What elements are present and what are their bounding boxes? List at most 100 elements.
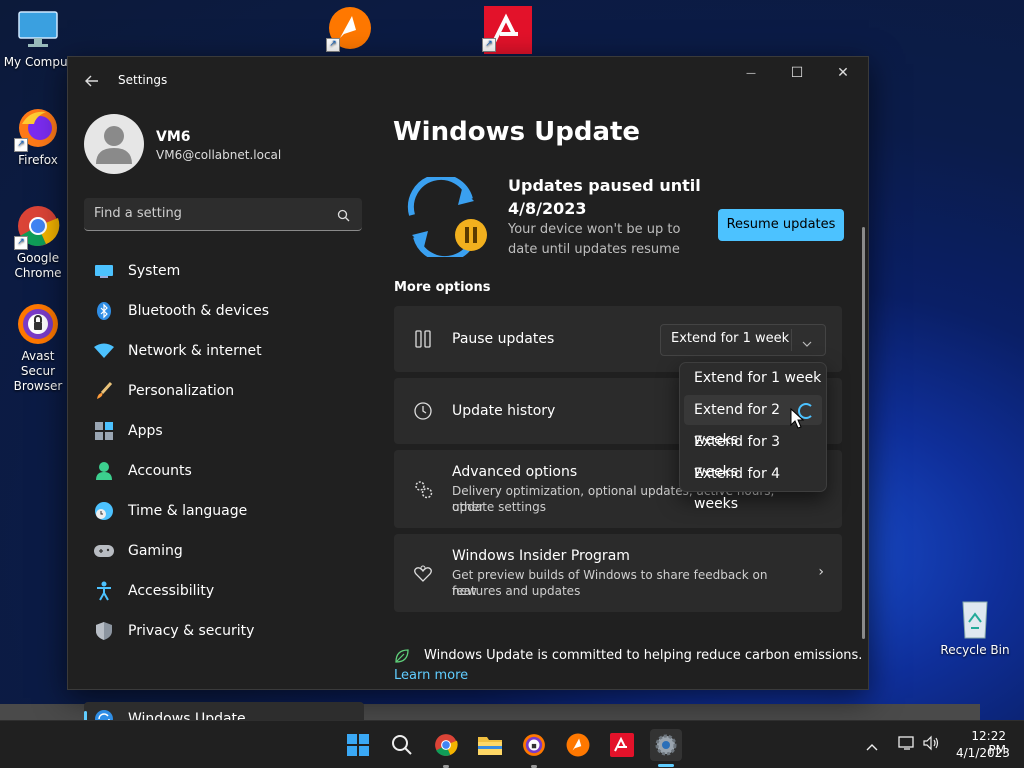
shortcut-arrow-icon: ↗ (482, 38, 496, 52)
sidebar-item-label: Time & language (128, 503, 248, 519)
search-placeholder: Find a setting (94, 206, 182, 221)
profile-name: VM6 (156, 129, 191, 145)
sidebar-item-accessibility[interactable]: Accessibility (84, 574, 364, 608)
settings-icon[interactable] (650, 729, 682, 761)
advanced-options-label: Advanced options (452, 464, 578, 480)
system-icon (94, 261, 114, 281)
monitor-icon (16, 8, 60, 52)
menu-option-4-weeks[interactable]: Extend for 4 weeks (684, 459, 822, 512)
search-input[interactable]: Find a setting (84, 198, 362, 231)
chevron-right-icon: › (818, 564, 824, 580)
insider-program-card[interactable]: Windows Insider Program Get preview buil… (394, 534, 842, 612)
search-icon (337, 207, 350, 226)
title-bar: Settings — ☐ ✕ (68, 57, 868, 105)
desktop-icon-chrome[interactable]: ↗ Google Chrome (0, 204, 76, 281)
sidebar-item-label: Apps (128, 423, 163, 439)
pause-updates-label: Pause updates (452, 331, 555, 347)
recycle-bin-icon (953, 596, 997, 640)
sidebar-item-system[interactable]: System (84, 254, 364, 288)
update-paused-illustration (402, 173, 494, 263)
sidebar-item-label: System (128, 263, 181, 279)
avast-secure-browser-icon (16, 302, 60, 346)
shield-icon (94, 621, 114, 641)
insider-program-label: Windows Insider Program (452, 548, 630, 564)
profile-email: VM6@collabnet.local (156, 148, 282, 162)
sidebar-item-personalization[interactable]: Personalization (84, 374, 364, 408)
back-arrow-icon[interactable] (82, 71, 102, 91)
sidebar-item-gaming[interactable]: Gaming (84, 534, 364, 568)
sidebar-item-privacy[interactable]: Privacy & security (84, 614, 364, 648)
advanced-options-desc-line2: update settings (452, 500, 546, 514)
sidebar-item-network[interactable]: Network & internet (84, 334, 364, 368)
sidebar-item-label: Network & internet (128, 343, 262, 359)
dropdown-value: Extend for 1 week (671, 331, 790, 346)
leaf-icon (394, 648, 410, 668)
sidebar-item-label: Privacy & security (128, 623, 255, 639)
taskbar: 12:22 PM 4/1/2023 (0, 720, 1024, 768)
more-options-heading: More options (394, 280, 491, 295)
minimize-button[interactable]: — (728, 57, 774, 89)
clock-date[interactable]: 4/1/2023 (956, 746, 1010, 760)
desktop-icon-avira[interactable]: ↗ (468, 6, 544, 54)
avast-icon[interactable] (562, 729, 594, 761)
avast-icon: ↗ (326, 6, 372, 52)
desktop-icon-avast[interactable]: ↗ (312, 6, 388, 53)
sidebar-item-apps[interactable]: Apps (84, 414, 364, 448)
insider-hearts-icon (412, 562, 434, 584)
clock-globe-icon (94, 501, 114, 521)
apps-icon (94, 421, 114, 441)
desktop-icon-firefox[interactable]: ↗ Firefox (0, 106, 76, 168)
gamepad-icon (94, 541, 114, 561)
menu-option-1-week[interactable]: Extend for 1 week (684, 363, 822, 393)
desktop-icon-label: Google Chrome (14, 251, 62, 280)
carbon-text: Windows Update is committed to helping r… (424, 648, 863, 663)
status-desc-line1: Your device won't be up to (508, 222, 681, 237)
resume-updates-button[interactable]: Resume updates (718, 209, 844, 241)
start-icon[interactable] (342, 729, 374, 761)
close-button[interactable]: ✕ (820, 57, 866, 89)
insider-program-desc-line2: features and updates (452, 584, 581, 598)
avatar[interactable] (84, 114, 144, 174)
sidebar-item-label: Accounts (128, 463, 192, 479)
learn-more-link[interactable]: Learn more (394, 668, 468, 683)
sidebar-item-bluetooth[interactable]: Bluetooth & devices (84, 294, 364, 328)
history-icon (412, 400, 434, 422)
status-desc-line2: date until updates resume (508, 242, 680, 257)
desktop-icon-avast-browser[interactable]: Avast Secur Browser (0, 302, 76, 394)
status-heading-line2: 4/8/2023 (508, 199, 587, 218)
gears-icon (412, 478, 434, 500)
wifi-icon (94, 341, 114, 361)
chevron-up-icon[interactable] (866, 737, 878, 756)
desktop-icon-label: Avast Secur Browser (13, 349, 63, 393)
window-title: Settings (118, 73, 168, 87)
page-title: Windows Update (393, 117, 641, 147)
sidebar-item-label: Personalization (128, 383, 235, 399)
scrollbar[interactable] (862, 227, 865, 639)
avira-icon[interactable] (606, 729, 638, 761)
sidebar-item-time-language[interactable]: Time & language (84, 494, 364, 528)
update-history-label: Update history (452, 403, 556, 419)
network-icon[interactable] (898, 735, 916, 755)
desktop-icon-recycle-bin[interactable]: Recycle Bin (937, 596, 1013, 658)
volume-icon[interactable] (922, 735, 940, 755)
shortcut-arrow-icon: ↗ (14, 236, 28, 250)
accounts-icon (94, 461, 114, 481)
desktop-icon-label: Firefox (18, 153, 58, 167)
chrome-icon[interactable] (430, 729, 462, 761)
active-app-indicator (658, 764, 674, 767)
maximize-button[interactable]: ☐ (774, 57, 820, 89)
sidebar-item-accounts[interactable]: Accounts (84, 454, 364, 488)
avast-secure-browser-icon[interactable] (518, 729, 550, 761)
firefox-icon: ↗ (14, 106, 60, 152)
desktop-icon-label: My Comput (3, 55, 73, 69)
sidebar-item-label: Accessibility (128, 583, 215, 599)
file-explorer-icon[interactable] (474, 729, 506, 761)
pause-duration-dropdown[interactable]: Extend for 1 week (660, 324, 826, 356)
desktop-icon-my-computer[interactable]: My Comput (0, 8, 76, 70)
search-icon[interactable] (386, 729, 418, 761)
avira-icon: ↗ (482, 6, 532, 54)
sidebar-item-label: Gaming (128, 543, 183, 559)
bluetooth-icon (94, 301, 114, 321)
busy-indicator-icon (798, 403, 814, 419)
shortcut-arrow-icon: ↗ (326, 38, 340, 52)
